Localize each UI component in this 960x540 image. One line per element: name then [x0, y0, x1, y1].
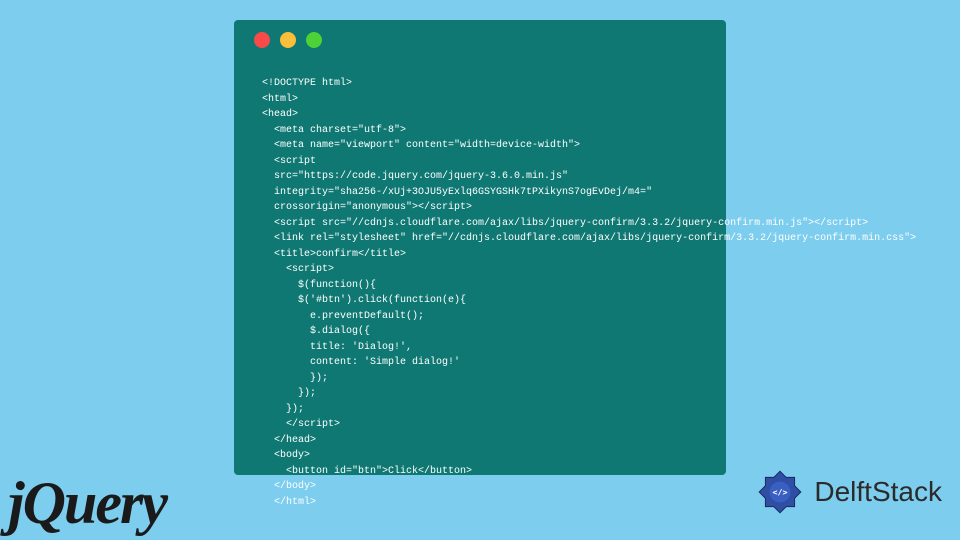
jquery-logo: jQuery — [8, 469, 166, 538]
code-line: crossorigin="anonymous"></script> — [262, 200, 698, 216]
maximize-icon[interactable] — [306, 32, 322, 48]
code-line: e.preventDefault(); — [262, 309, 698, 325]
code-line: <script> — [262, 262, 698, 278]
code-line: <script — [262, 154, 698, 170]
code-line: <link rel="stylesheet" href="//cdnjs.clo… — [262, 231, 698, 247]
window-titlebar — [234, 20, 726, 60]
code-line: $(function(){ — [262, 278, 698, 294]
code-line: <meta name="viewport" content="width=dev… — [262, 138, 698, 154]
delftstack-icon: </> — [754, 466, 806, 518]
code-line: $('#btn').click(function(e){ — [262, 293, 698, 309]
code-line: }); — [262, 386, 698, 402]
code-line: <body> — [262, 448, 698, 464]
code-line: integrity="sha256-/xUj+3OJU5yExlq6GSYGSH… — [262, 185, 698, 201]
code-line: $.dialog({ — [262, 324, 698, 340]
close-icon[interactable] — [254, 32, 270, 48]
code-line: }); — [262, 402, 698, 418]
code-line: }); — [262, 371, 698, 387]
delftstack-logo: </> DelftStack — [754, 466, 942, 518]
code-line: <meta charset="utf-8"> — [262, 123, 698, 139]
code-line: title: 'Dialog!', — [262, 340, 698, 356]
code-line: <script src="//cdnjs.cloudflare.com/ajax… — [262, 216, 698, 232]
minimize-icon[interactable] — [280, 32, 296, 48]
code-line: </html> — [262, 495, 698, 511]
code-line: </body> — [262, 479, 698, 495]
code-window: <!DOCTYPE html><html><head> <meta charse… — [234, 20, 726, 475]
code-line: src="https://code.jquery.com/jquery-3.6.… — [262, 169, 698, 185]
svg-text:</>: </> — [773, 487, 788, 497]
delftstack-label: DelftStack — [814, 476, 942, 508]
code-line: <head> — [262, 107, 698, 123]
code-line: <html> — [262, 92, 698, 108]
code-line: content: 'Simple dialog!' — [262, 355, 698, 371]
code-line: </head> — [262, 433, 698, 449]
code-body: <!DOCTYPE html><html><head> <meta charse… — [234, 60, 726, 530]
code-line: <!DOCTYPE html> — [262, 76, 698, 92]
code-line: <button id="btn">Click</button> — [262, 464, 698, 480]
code-line: <title>confirm</title> — [262, 247, 698, 263]
code-line: </script> — [262, 417, 698, 433]
